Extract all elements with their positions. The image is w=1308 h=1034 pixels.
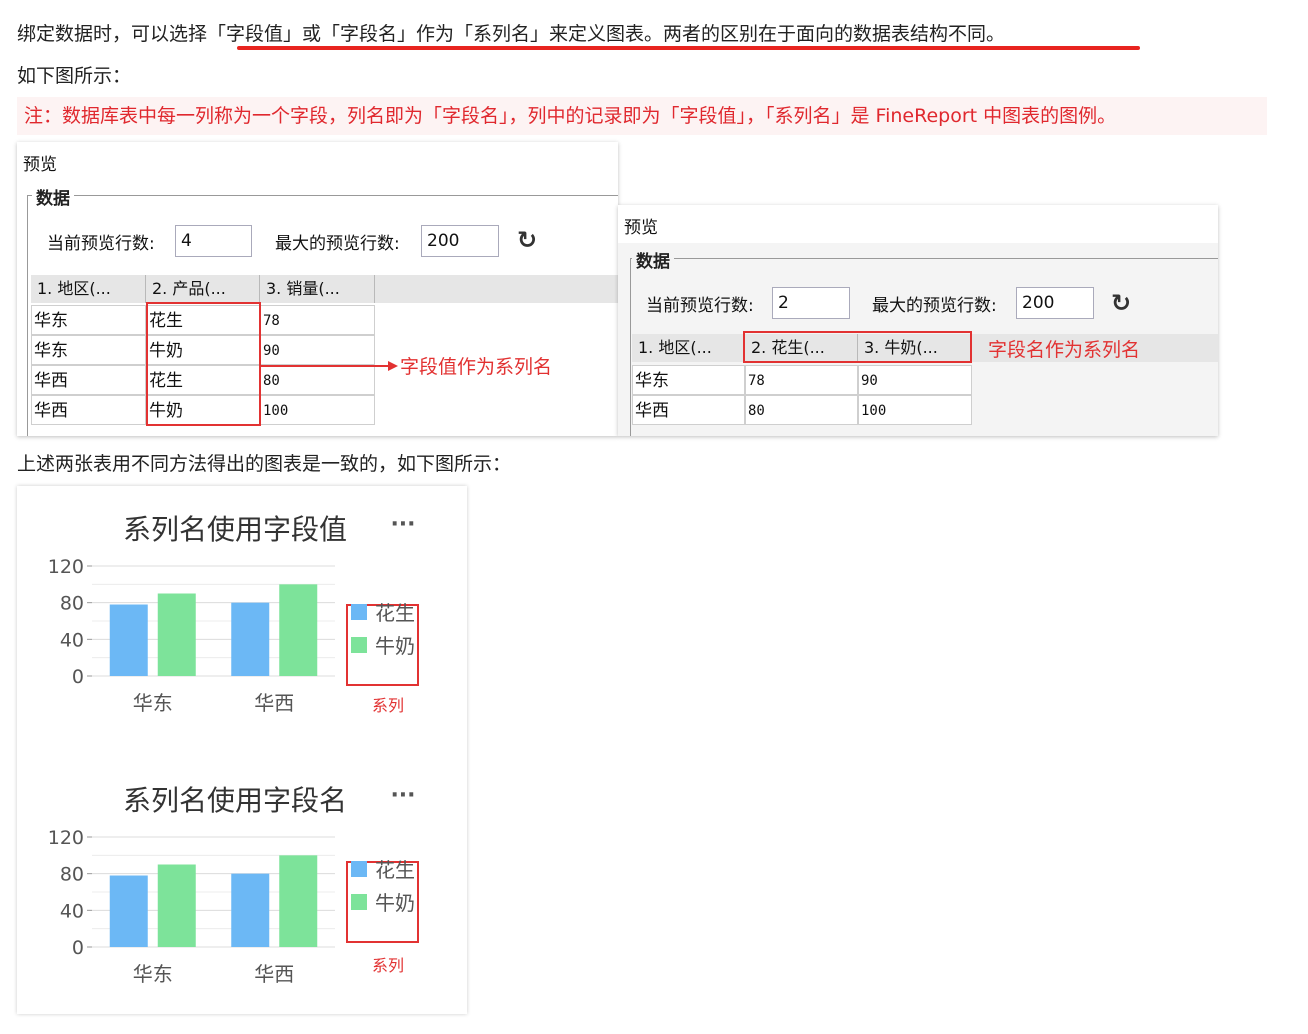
bar bbox=[109, 875, 148, 947]
current-rows-input[interactable]: 4 bbox=[175, 225, 252, 257]
legend-label: 花生 bbox=[375, 601, 415, 625]
y-tick-label: 120 bbox=[48, 827, 84, 849]
column-header[interactable]: 2. 产品(... bbox=[146, 275, 260, 303]
x-tick-label: 华东 bbox=[133, 691, 173, 715]
y-tick-label: 0 bbox=[72, 666, 84, 688]
bar bbox=[279, 584, 318, 676]
chart-title: 系列名使用字段名 bbox=[123, 784, 347, 817]
y-tick-label: 80 bbox=[60, 593, 84, 615]
legend-caption: 系列 bbox=[372, 956, 404, 975]
refresh-icon[interactable]: ↻ bbox=[517, 226, 537, 254]
max-rows-input[interactable]: 200 bbox=[1016, 287, 1094, 319]
legend-swatch bbox=[351, 604, 367, 620]
table-cell[interactable]: 78 bbox=[745, 365, 858, 395]
refresh-icon[interactable]: ↻ bbox=[1111, 289, 1131, 317]
y-tick-label: 40 bbox=[60, 900, 84, 922]
bar bbox=[157, 864, 196, 947]
current-rows-input[interactable]: 2 bbox=[772, 287, 850, 319]
table-cell[interactable]: 100 bbox=[260, 395, 375, 425]
preview-dialog-right: 预览 数据 当前预览行数: 2 最大的预览行数: 200 ↻ 1. 地区(...… bbox=[618, 205, 1218, 436]
arrow-icon bbox=[260, 361, 398, 371]
section-label: 数据 bbox=[632, 247, 674, 272]
max-rows-input[interactable]: 200 bbox=[421, 225, 499, 257]
bar bbox=[157, 593, 196, 676]
column-header[interactable]: 1. 地区(... bbox=[31, 275, 146, 303]
as-shown-text: 如下图所示： bbox=[17, 65, 132, 87]
table-cell[interactable]: 100 bbox=[858, 395, 972, 425]
intro-paragraph: 绑定数据时，可以选择「字段值」或「字段名」作为「系列名」来定义图表。两者的区别在… bbox=[17, 23, 1006, 45]
chart-title: 系列名使用字段值 bbox=[123, 513, 347, 546]
note-box: 注：数据库表中每一列称为一个字段，列名即为「字段名」，列中的记录即为「字段值」，… bbox=[17, 97, 1267, 135]
chart-panel: 系列名使用字段值 ··· 0 40 80 120 华东 华西 花生 牛奶 系列 系列名使用字段名 ··… bbox=[17, 486, 467, 1014]
table-cell[interactable]: 华西 bbox=[632, 395, 745, 425]
table-cell[interactable]: 华东 bbox=[31, 335, 146, 365]
max-rows-label: 最大的预览行数: bbox=[275, 234, 400, 254]
highlight-box bbox=[146, 302, 261, 426]
y-tick-label: 0 bbox=[72, 937, 84, 959]
highlight-underline bbox=[237, 46, 1140, 50]
y-tick-label: 40 bbox=[60, 629, 84, 651]
max-rows-label: 最大的预览行数: bbox=[872, 296, 997, 316]
table-cell[interactable]: 华西 bbox=[31, 365, 146, 395]
current-rows-label: 当前预览行数: bbox=[646, 296, 754, 316]
legend-swatch bbox=[351, 894, 367, 910]
bar-chart-field-value: 系列名使用字段值 ··· 0 40 80 120 华东 华西 花生牛奶系列 bbox=[48, 512, 419, 715]
dialog-title: 预览 bbox=[23, 155, 57, 175]
table-cell[interactable]: 华西 bbox=[31, 395, 146, 425]
table-cell[interactable]: 80 bbox=[745, 395, 858, 425]
legend-swatch bbox=[351, 637, 367, 653]
legend-caption: 系列 bbox=[372, 696, 404, 715]
highlight-box bbox=[743, 331, 972, 363]
table-cell[interactable]: 78 bbox=[260, 305, 375, 335]
y-tick-label: 120 bbox=[48, 556, 84, 578]
legend-swatch bbox=[351, 861, 367, 877]
table-cell[interactable]: 90 bbox=[858, 365, 972, 395]
table-cell[interactable]: 华东 bbox=[632, 365, 745, 395]
column-header[interactable]: 1. 地区(... bbox=[632, 334, 745, 362]
x-tick-label: 华西 bbox=[254, 691, 294, 715]
dialog-title: 预览 bbox=[624, 218, 658, 238]
y-tick-label: 80 bbox=[60, 864, 84, 886]
legend-label: 牛奶 bbox=[375, 891, 415, 915]
result-text: 上述两张表用不同方法得出的图表是一致的，如下图所示： bbox=[17, 453, 512, 475]
legend-label: 牛奶 bbox=[375, 634, 415, 658]
bar bbox=[109, 604, 148, 676]
section-label: 数据 bbox=[32, 184, 74, 209]
x-tick-label: 华东 bbox=[133, 962, 173, 986]
table-header: 1. 地区(... 2. 产品(... 3. 销量(... bbox=[31, 275, 618, 303]
more-icon[interactable]: ··· bbox=[390, 512, 415, 537]
bar bbox=[279, 855, 318, 947]
bar bbox=[231, 602, 270, 676]
legend-label: 花生 bbox=[375, 858, 415, 882]
annotation-field-value: 字段值作为系列名 bbox=[400, 356, 553, 378]
bar-chart-field-name: 系列名使用字段名 ··· 0 40 80 120 华东 华西 花生牛奶系列 bbox=[48, 783, 419, 986]
x-tick-label: 华西 bbox=[254, 962, 294, 986]
table-cell[interactable]: 华东 bbox=[31, 305, 146, 335]
column-header[interactable]: 3. 销量(... bbox=[260, 275, 375, 303]
current-rows-label: 当前预览行数: bbox=[47, 234, 155, 254]
more-icon[interactable]: ··· bbox=[390, 783, 415, 808]
annotation-field-name: 字段名作为系列名 bbox=[988, 339, 1141, 361]
preview-dialog-left: 预览 数据 当前预览行数: 4 最大的预览行数: 200 ↻ 1. 地区(...… bbox=[17, 142, 618, 436]
bar bbox=[231, 873, 270, 947]
